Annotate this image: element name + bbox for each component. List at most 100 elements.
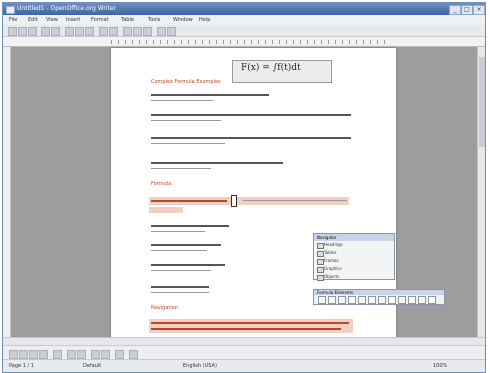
vertical-ruler — [3, 47, 11, 337]
text-line — [151, 94, 269, 96]
navigator-item[interactable]: Tables — [314, 249, 394, 257]
function-icon[interactable] — [348, 296, 356, 304]
menu-tools[interactable]: Tools — [148, 15, 160, 25]
menu-window[interactable]: Window — [173, 15, 193, 25]
set-icon[interactable] — [338, 296, 346, 304]
text-line — [151, 244, 221, 246]
standard-toolbar — [3, 25, 485, 37]
undo-icon[interactable] — [99, 27, 108, 36]
status-language: English (USA) — [183, 363, 217, 369]
horizontal-ruler — [3, 37, 485, 47]
fontwork-icon[interactable] — [91, 350, 100, 359]
formula-elements-toolbar[interactable]: Formula Elements — [313, 289, 445, 305]
scroll-thumb[interactable] — [479, 57, 485, 147]
text-line — [151, 100, 213, 101]
points-icon[interactable] — [115, 350, 124, 359]
menu-edit[interactable]: Edit — [28, 15, 38, 25]
app-window: Untitled1 - OpenOffice.org Writer _ □ × … — [2, 2, 486, 373]
text-line — [151, 231, 205, 232]
draw-icon[interactable] — [143, 27, 152, 36]
text-line — [151, 270, 211, 271]
status-bar: Page 1 / 1 Default English (USA) 100% — [3, 359, 485, 372]
print-icon[interactable] — [41, 27, 50, 36]
relation-icon[interactable] — [328, 296, 336, 304]
title-bar: Untitled1 - OpenOffice.org Writer _ □ × — [3, 3, 485, 15]
app-icon — [6, 6, 15, 14]
text-line — [151, 225, 229, 227]
sum-icon[interactable] — [398, 296, 406, 304]
ruler-ticks — [111, 40, 386, 44]
menu-table[interactable]: Table — [121, 15, 134, 25]
navigator-title: Navigator — [314, 234, 394, 241]
chart-icon[interactable] — [133, 27, 142, 36]
minimize-icon[interactable]: _ — [449, 5, 461, 15]
text-line — [243, 200, 347, 201]
paste-icon[interactable] — [85, 27, 94, 36]
integral-icon[interactable] — [408, 296, 416, 304]
equation-frame[interactable]: F(x) = ∫f(t)dt — [232, 60, 332, 83]
ellipse-icon[interactable] — [39, 350, 48, 359]
status-style: Default — [83, 363, 102, 369]
menu-bar: File Edit View Insert Format Table Tools… — [3, 15, 485, 25]
line-icon[interactable] — [19, 350, 28, 359]
arrow-icon[interactable] — [77, 350, 86, 359]
text-line — [151, 120, 221, 121]
window-title: Untitled1 - OpenOffice.org Writer — [17, 5, 117, 12]
format-icon[interactable] — [378, 296, 386, 304]
close-icon[interactable]: × — [473, 5, 485, 15]
menu-insert[interactable]: Insert — [66, 15, 80, 25]
text-line — [151, 286, 209, 288]
navigator-item[interactable]: Objects — [314, 273, 394, 281]
limit-icon[interactable] — [418, 296, 426, 304]
navigator-item[interactable]: Frames — [314, 257, 394, 265]
equation-text: F(x) = ∫f(t)dt — [241, 63, 301, 73]
text-line — [151, 264, 225, 266]
text-line — [151, 162, 283, 164]
operator-icon[interactable] — [318, 296, 326, 304]
save-icon[interactable] — [28, 27, 37, 36]
preview-icon[interactable] — [51, 27, 60, 36]
other-icon[interactable] — [388, 296, 396, 304]
menu-view[interactable]: View — [46, 15, 58, 25]
text-icon[interactable] — [53, 350, 62, 359]
maximize-icon[interactable]: □ — [461, 5, 473, 15]
text-line — [151, 200, 227, 202]
bracket-icon[interactable] — [358, 296, 366, 304]
find-icon[interactable] — [157, 27, 166, 36]
text-line — [151, 322, 349, 324]
text-line — [151, 250, 207, 251]
document-heading: Complex Formula Examples — [151, 79, 221, 85]
text-cursor — [231, 195, 237, 207]
text-line — [151, 292, 209, 293]
matrix-icon[interactable] — [428, 296, 436, 304]
menu-file[interactable]: File — [9, 15, 17, 25]
attribute-icon[interactable] — [368, 296, 376, 304]
section-title: Formula — [151, 181, 172, 187]
text-line — [151, 137, 351, 139]
navigator-panel[interactable]: Navigator Headings Tables Frames Graphic… — [313, 233, 395, 281]
extrusion-icon[interactable] — [129, 350, 138, 359]
navigator-icon[interactable] — [167, 27, 176, 36]
menu-help[interactable]: Help — [199, 15, 210, 25]
open-icon[interactable] — [18, 27, 27, 36]
text-line — [151, 143, 225, 144]
drawing-toolbar — [3, 345, 485, 360]
rectangle-icon[interactable] — [29, 350, 38, 359]
vertical-scrollbar[interactable] — [477, 47, 485, 337]
menu-format[interactable]: Format — [91, 15, 109, 25]
select-icon[interactable] — [9, 350, 18, 359]
redo-icon[interactable] — [109, 27, 118, 36]
shapes-icon[interactable] — [67, 350, 76, 359]
navigator-item[interactable]: Graphics — [314, 265, 394, 273]
new-icon[interactable] — [8, 27, 17, 36]
table-icon[interactable] — [123, 27, 132, 36]
navigator-item[interactable]: Headings — [314, 241, 394, 249]
gallery-icon[interactable] — [101, 350, 110, 359]
cut-icon[interactable] — [65, 27, 74, 36]
highlighted-text[interactable] — [149, 207, 183, 213]
text-line — [151, 328, 341, 330]
section-title: Navigation — [151, 305, 178, 311]
copy-icon[interactable] — [75, 27, 84, 36]
text-line — [151, 114, 351, 116]
text-line — [151, 168, 211, 169]
